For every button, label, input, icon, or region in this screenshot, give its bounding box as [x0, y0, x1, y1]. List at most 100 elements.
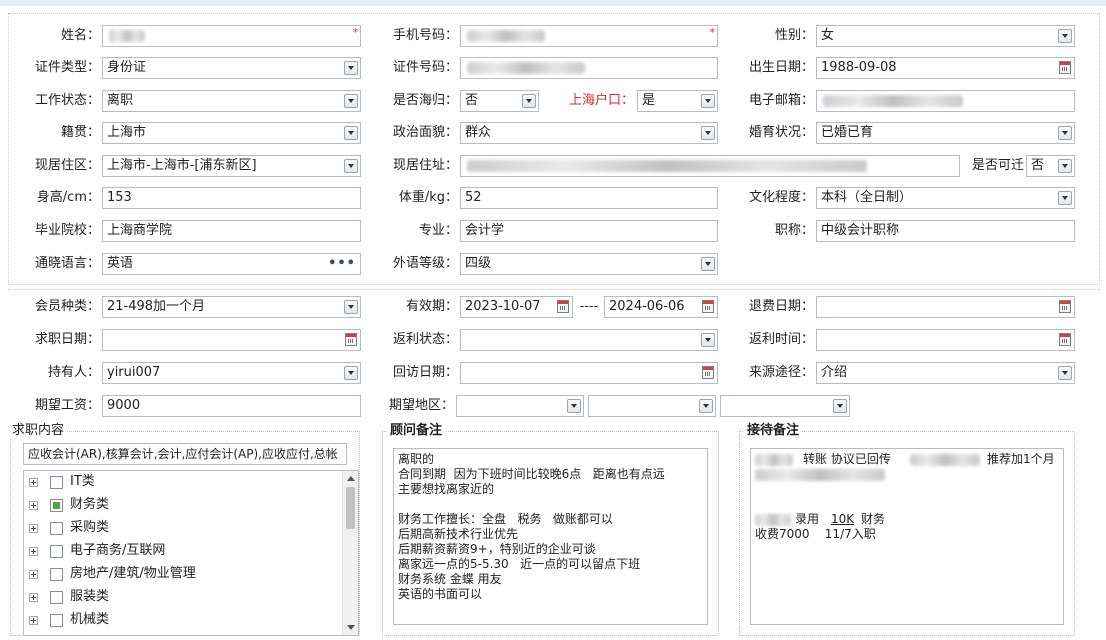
member-type-select[interactable]: 21-498加一个月: [102, 296, 361, 318]
checkbox-checked[interactable]: [50, 499, 63, 512]
job-content-summary[interactable]: 应收会计(AR),核算会计,会计,应付会计(AP),应收应付,总帐: [23, 443, 347, 465]
tree-item-apparel[interactable]: 服装类: [24, 587, 342, 607]
major-input[interactable]: 会计学: [460, 220, 718, 242]
rebate-status-select[interactable]: [460, 329, 718, 351]
residence-area-label: 现居住区：: [34, 158, 100, 173]
checkbox[interactable]: [50, 476, 63, 489]
returnee-select[interactable]: 否: [460, 90, 539, 112]
title-label: 职称：: [774, 223, 814, 238]
education-select[interactable]: 本科（全日制）: [816, 187, 1075, 209]
region-district-select[interactable]: [720, 395, 850, 417]
expand-icon[interactable]: [29, 616, 38, 625]
reception-note-textarea[interactable]: 转账 协议已回传 推荐加1个月 录用 10K 财务 收费7000 11/7入职: [750, 448, 1064, 625]
more-options-icon[interactable]: •••: [328, 254, 356, 274]
calendar-icon[interactable]: [1059, 300, 1071, 313]
dropdown-arrow-icon[interactable]: [1058, 366, 1072, 380]
calendar-icon[interactable]: [345, 333, 357, 346]
expand-icon[interactable]: [29, 593, 38, 602]
dropdown-arrow-icon[interactable]: [344, 300, 358, 314]
tree-item-machinery[interactable]: 机械类: [24, 610, 342, 630]
calendar-icon[interactable]: [702, 300, 714, 313]
scroll-down-icon[interactable]: [347, 625, 355, 630]
checkbox[interactable]: [50, 545, 63, 558]
dropdown-arrow-icon[interactable]: [701, 257, 715, 271]
foreign-level-select[interactable]: 四级: [460, 253, 718, 275]
scroll-up-icon[interactable]: [347, 476, 355, 481]
job-category-tree[interactable]: IT类 财务类 采购类 电子商务/互联网 房地产/建筑/物业管理 服装类 机械类: [23, 470, 359, 636]
dropdown-arrow-icon[interactable]: [701, 333, 715, 347]
revisit-date-input[interactable]: [460, 362, 718, 384]
calendar-icon[interactable]: [702, 366, 714, 379]
dropdown-arrow-icon[interactable]: [1058, 159, 1072, 173]
expected-region-label: 期望地区：: [388, 398, 454, 413]
expand-icon[interactable]: [29, 478, 38, 487]
dropdown-arrow-icon[interactable]: [567, 399, 581, 413]
birth-date-input[interactable]: 1988-09-08: [816, 57, 1075, 79]
dropdown-arrow-icon[interactable]: [699, 399, 713, 413]
dropdown-arrow-icon[interactable]: [701, 94, 715, 108]
tree-item-finance[interactable]: 财务类: [24, 495, 342, 515]
tree-item-realestate[interactable]: 房地产/建筑/物业管理: [24, 564, 342, 584]
political-select[interactable]: 群众: [460, 122, 718, 144]
calendar-icon[interactable]: [1059, 61, 1071, 74]
id-no-input[interactable]: [460, 57, 718, 79]
dropdown-arrow-icon[interactable]: [344, 61, 358, 75]
tree-item-it[interactable]: IT类: [24, 472, 342, 492]
dropdown-arrow-icon[interactable]: [701, 126, 715, 140]
language-input[interactable]: 英语 •••: [102, 253, 361, 275]
dropdown-arrow-icon[interactable]: [344, 159, 358, 173]
gender-select[interactable]: 女: [816, 25, 1075, 47]
title-input[interactable]: 中级会计职称: [816, 220, 1075, 242]
rebate-time-input[interactable]: [816, 329, 1075, 351]
holder-select[interactable]: yirui007: [102, 362, 361, 384]
calendar-icon[interactable]: [1059, 333, 1071, 346]
school-input[interactable]: 上海商学院: [102, 220, 361, 242]
dropdown-arrow-icon[interactable]: [344, 366, 358, 380]
dropdown-arrow-icon[interactable]: [1058, 29, 1072, 43]
phone-input[interactable]: *: [460, 25, 718, 47]
region-city-select[interactable]: [588, 395, 716, 417]
dropdown-arrow-icon[interactable]: [344, 94, 358, 108]
note-text: 录用: [795, 512, 820, 526]
residence-address-input[interactable]: [460, 155, 960, 177]
native-place-select[interactable]: 上海市: [102, 122, 361, 144]
weight-input[interactable]: 52: [460, 187, 718, 209]
consultant-note-textarea[interactable]: 离职的 合同到期 因为下班时间比较晚6点 距离也有点远 主要想找离家近的 财务工…: [393, 448, 708, 625]
region-province-select[interactable]: [456, 395, 584, 417]
source-select[interactable]: 介绍: [816, 362, 1075, 384]
work-status-select[interactable]: 离职: [102, 90, 361, 112]
height-input[interactable]: 153: [102, 187, 361, 209]
dropdown-arrow-icon[interactable]: [1058, 191, 1072, 205]
dropdown-arrow-icon[interactable]: [1058, 126, 1072, 140]
tree-item-ecommerce[interactable]: 电子商务/互联网: [24, 541, 342, 561]
refund-date-input[interactable]: [816, 296, 1075, 318]
education-label: 文化程度：: [748, 190, 814, 205]
scroll-thumb[interactable]: [346, 487, 355, 529]
weight-label: 体重/kg：: [398, 190, 458, 205]
checkbox[interactable]: [50, 614, 63, 627]
expected-salary-input[interactable]: 9000: [102, 395, 361, 417]
marital-select[interactable]: 已婚已育: [816, 122, 1075, 144]
name-input[interactable]: *: [102, 25, 361, 47]
tree-item-purchasing[interactable]: 采购类: [24, 518, 342, 538]
expand-icon[interactable]: [29, 524, 38, 533]
can-move-select[interactable]: 否: [1026, 155, 1075, 177]
residence-area-select[interactable]: 上海市-上海市-[浦东新区]: [102, 155, 361, 177]
checkbox[interactable]: [50, 568, 63, 581]
checkbox[interactable]: [50, 591, 63, 604]
expand-icon[interactable]: [29, 501, 38, 510]
email-input[interactable]: [816, 90, 1075, 112]
id-type-select[interactable]: 身份证: [102, 57, 361, 79]
calendar-icon[interactable]: [557, 300, 569, 313]
tree-scrollbar[interactable]: [342, 471, 358, 635]
checkbox[interactable]: [50, 522, 63, 535]
dropdown-arrow-icon[interactable]: [344, 126, 358, 140]
expand-icon[interactable]: [29, 547, 38, 556]
dropdown-arrow-icon[interactable]: [833, 399, 847, 413]
job-date-input[interactable]: [102, 329, 361, 351]
dropdown-arrow-icon[interactable]: [522, 94, 536, 108]
validity-start-input[interactable]: 2023-10-07: [460, 296, 573, 318]
expand-icon[interactable]: [29, 570, 38, 579]
shanghai-hukou-select[interactable]: 是: [637, 90, 718, 112]
validity-end-input[interactable]: 2024-06-06: [604, 296, 718, 318]
